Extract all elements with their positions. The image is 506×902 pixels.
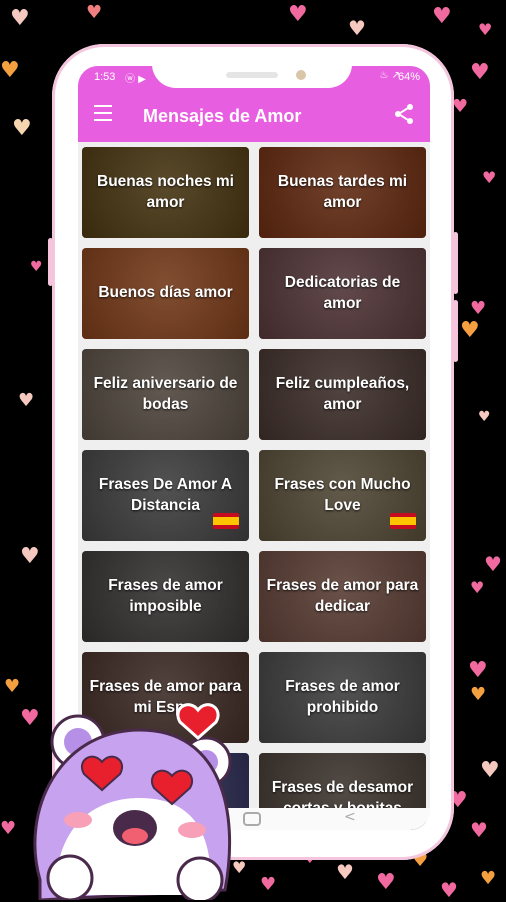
spain-flag-icon <box>390 513 416 529</box>
heart-icon: ♥ <box>470 60 490 85</box>
heart-icon: ♥ <box>468 658 488 683</box>
category-label: Dedicatorias de amor <box>284 273 401 312</box>
heart-icon: ♥ <box>452 96 469 117</box>
category-label: Buenas noches mi amor <box>97 172 234 211</box>
heart-icon: ♥ <box>478 409 491 425</box>
category-card[interactable]: Buenos días amor <box>82 248 249 339</box>
heart-icon: ♥ <box>470 684 487 705</box>
heart-icon: ♥ <box>12 116 32 141</box>
category-label: Feliz aniversario de bodas <box>93 374 238 413</box>
phone-speaker <box>226 72 278 78</box>
heart-icon: ♥ <box>10 6 30 31</box>
heart-icon: ♥ <box>432 4 452 29</box>
heart-icon: ♥ <box>480 758 500 783</box>
heart-icon: ♥ <box>336 860 354 884</box>
heart-icon: ♥ <box>470 298 487 319</box>
signal-icons: ♨ ↗ <box>379 70 400 81</box>
heart-icon: ♥ <box>480 868 497 889</box>
menu-icon[interactable] <box>94 105 112 121</box>
heart-icon: ♥ <box>470 818 488 842</box>
category-label: Frases de amor prohibido <box>285 677 400 716</box>
heart-icon: ♥ <box>86 2 103 23</box>
category-card[interactable]: Dedicatorias de amor <box>259 248 426 339</box>
heart-icon: ♥ <box>288 2 308 27</box>
heart-icon: ♥ <box>484 552 502 576</box>
heart-icon: ♥ <box>482 168 497 187</box>
heart-icon: ♥ <box>30 259 43 275</box>
phone-side-button <box>48 238 53 286</box>
category-label: Feliz cumpleaños, amor <box>275 374 410 413</box>
hamster-mascot-sticker <box>33 703 232 900</box>
heart-icon: ♥ <box>440 878 458 902</box>
battery-level: 64% <box>397 71 420 83</box>
app-toolbar: Mensajes de Amor <box>78 88 430 142</box>
category-label: Frases de amor para dedicar <box>266 576 419 615</box>
spain-flag-icon <box>213 513 239 529</box>
back-nav-button[interactable]: < <box>344 809 356 825</box>
category-label: Frases de amor imposible <box>108 576 223 615</box>
category-card[interactable]: Feliz aniversario de bodas <box>82 349 249 440</box>
share-icon[interactable] <box>392 102 416 126</box>
category-label: Buenos días amor <box>98 284 233 302</box>
phone-notch <box>152 50 352 88</box>
status-time: 1:53 <box>94 71 116 83</box>
heart-icon: ♥ <box>376 870 396 895</box>
app-title: Mensajes de Amor <box>143 106 302 126</box>
category-card[interactable]: Buenas noches mi amor <box>82 147 249 238</box>
heart-icon: ♥ <box>470 578 485 597</box>
heart-icon: ♥ <box>20 544 40 569</box>
heart-icon: ♥ <box>348 16 366 40</box>
notification-icons: ⓦ ▶ <box>125 74 146 85</box>
phone-side-button <box>453 232 458 294</box>
phone-side-button <box>453 300 458 362</box>
heart-icon: ♥ <box>478 20 493 39</box>
category-card[interactable]: Frases de amor imposible <box>82 551 249 642</box>
category-card[interactable]: Frases de amor prohibido <box>259 652 426 743</box>
category-card[interactable]: Frases De Amor A Distancia <box>82 450 249 541</box>
category-label: Buenas tardes mi amor <box>277 172 408 211</box>
category-card[interactable]: Frases con Mucho Love <box>259 450 426 541</box>
phone-camera <box>296 70 306 80</box>
heart-icon: ♥ <box>0 58 20 83</box>
heart-icon: ♥ <box>460 318 480 343</box>
category-card[interactable]: Feliz cumpleaños, amor <box>259 349 426 440</box>
category-card[interactable]: Buenas tardes mi amor <box>259 147 426 238</box>
heart-icon: ♥ <box>18 390 35 411</box>
heart-icon: ♥ <box>260 874 277 895</box>
category-card[interactable]: Frases de amor para dedicar <box>259 551 426 642</box>
